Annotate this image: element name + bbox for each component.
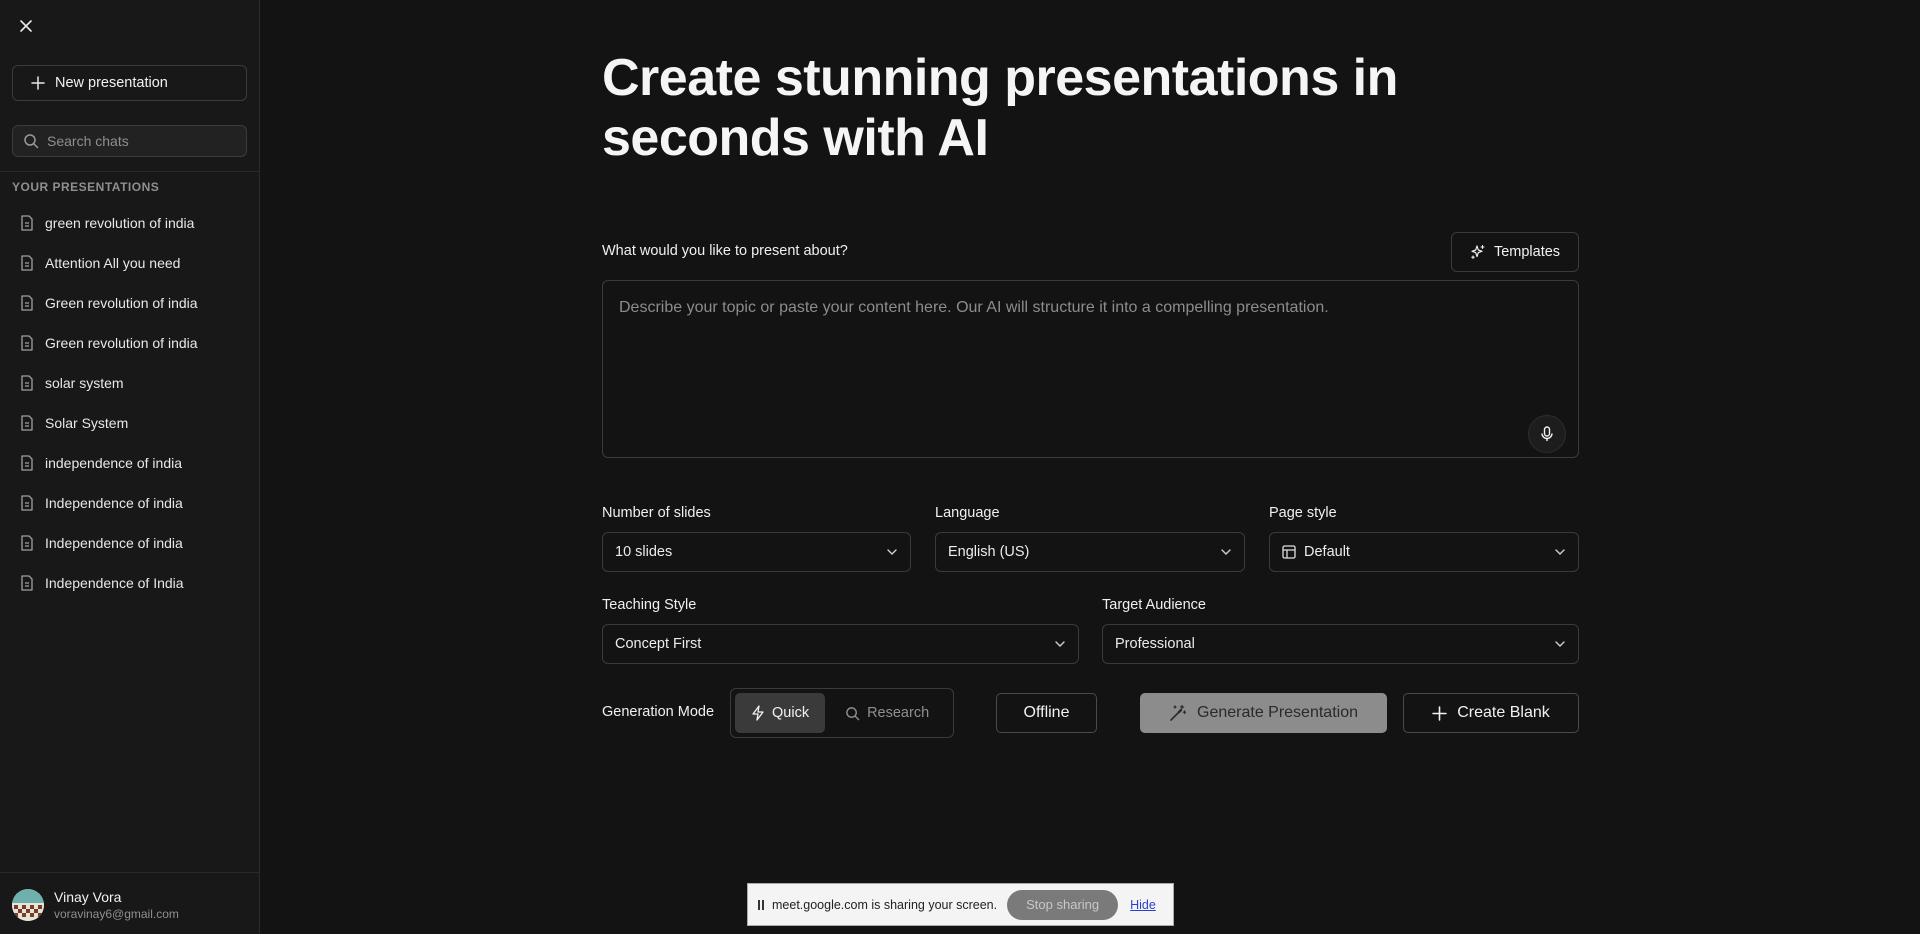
list-item[interactable]: Green revolution of india — [10, 283, 250, 323]
list-item-label: solar system — [45, 375, 124, 391]
create-blank-label: Create Blank — [1457, 704, 1550, 721]
list-item-label: Solar System — [45, 415, 129, 431]
list-item-label: green revolution of india — [45, 215, 195, 231]
slides-value: 10 slides — [615, 544, 673, 560]
research-mode-label: Research — [867, 705, 930, 721]
list-item[interactable]: green revolution of india — [10, 203, 250, 243]
plus-icon — [1432, 705, 1447, 721]
language-select[interactable]: English (US) — [935, 532, 1245, 572]
teaching-style-label: Teaching Style — [602, 597, 697, 613]
generate-presentation-label: Generate Presentation — [1197, 704, 1358, 721]
presentation-list: green revolution of india Attention All … — [10, 203, 250, 603]
list-item-label: Independence of india — [45, 535, 183, 551]
document-icon — [21, 575, 33, 591]
research-mode-button[interactable]: Research — [829, 693, 945, 733]
list-item-label: Independence of India — [45, 575, 184, 591]
document-icon — [21, 415, 33, 431]
page-style-select[interactable]: Default — [1269, 532, 1579, 572]
chevron-down-icon — [1221, 549, 1231, 555]
document-icon — [21, 375, 33, 391]
document-icon — [21, 535, 33, 551]
language-label: Language — [935, 505, 1000, 521]
microphone-button[interactable] — [1528, 415, 1566, 453]
list-item[interactable]: Independence of india — [10, 483, 250, 523]
plus-icon — [31, 76, 45, 90]
section-title: YOUR PRESENTATIONS — [12, 180, 160, 194]
target-audience-label: Target Audience — [1102, 597, 1206, 613]
search-icon — [24, 134, 39, 149]
prompt-label: What would you like to present about? — [602, 243, 848, 259]
teaching-style-select[interactable]: Concept First — [602, 624, 1079, 664]
list-item-label: Independence of india — [45, 495, 183, 511]
layout-icon — [1282, 545, 1296, 559]
list-item[interactable]: independence of india — [10, 443, 250, 483]
list-item-label: Attention All you need — [45, 255, 181, 271]
document-icon — [21, 295, 33, 311]
offline-button[interactable]: Offline — [996, 693, 1097, 733]
document-icon — [21, 455, 33, 471]
chevron-down-icon — [1555, 549, 1565, 555]
prompt-area — [602, 280, 1579, 458]
main-panel: Create stunning presentations in seconds… — [261, 0, 1920, 934]
stop-sharing-button[interactable]: Stop sharing — [1007, 889, 1119, 920]
quick-mode-button[interactable]: Quick — [735, 693, 826, 733]
generate-presentation-button[interactable]: Generate Presentation — [1140, 693, 1387, 733]
offline-label: Offline — [1023, 704, 1070, 721]
topic-textarea[interactable] — [603, 281, 1578, 457]
close-sidebar-button[interactable] — [16, 16, 36, 36]
list-item[interactable]: Independence of india — [10, 523, 250, 563]
templates-label: Templates — [1493, 244, 1561, 260]
list-item[interactable]: Attention All you need — [10, 243, 250, 283]
search-chats-input[interactable] — [47, 133, 237, 149]
list-item-label: Green revolution of india — [45, 335, 198, 351]
page-title: Create stunning presentations in seconds… — [602, 49, 1398, 167]
chevron-down-icon — [1055, 641, 1065, 647]
list-item-label: Green revolution of india — [45, 295, 198, 311]
language-value: English (US) — [948, 544, 1030, 560]
close-icon — [20, 20, 32, 32]
avatar — [12, 889, 44, 921]
screen-share-bar: meet.google.com is sharing your screen. … — [747, 883, 1174, 926]
new-presentation-button[interactable]: New presentation — [12, 65, 247, 101]
list-item[interactable]: Green revolution of india — [10, 323, 250, 363]
generation-mode-toggle: Quick Research — [730, 688, 954, 738]
chevron-down-icon — [887, 549, 897, 555]
document-icon — [21, 495, 33, 511]
sparkles-icon — [1471, 244, 1485, 260]
slides-select[interactable]: 10 slides — [602, 532, 911, 572]
search-chats-box[interactable] — [12, 125, 247, 157]
pause-icon — [758, 899, 764, 910]
document-icon — [21, 215, 33, 231]
target-audience-value: Professional — [1115, 636, 1195, 652]
quick-mode-label: Quick — [772, 705, 810, 721]
document-icon — [21, 255, 33, 271]
generation-mode-label: Generation Mode — [602, 704, 715, 720]
page-style-value: Default — [1304, 544, 1350, 560]
share-message: meet.google.com is sharing your screen. — [772, 897, 998, 912]
document-icon — [21, 335, 33, 351]
slides-label: Number of slides — [602, 505, 711, 521]
target-audience-select[interactable]: Professional — [1102, 624, 1579, 664]
search-icon — [846, 706, 860, 720]
list-item[interactable]: Solar System — [10, 403, 250, 443]
teaching-style-value: Concept First — [615, 636, 702, 652]
new-presentation-label: New presentation — [55, 75, 168, 91]
chevron-down-icon — [1555, 641, 1565, 647]
list-item[interactable]: Independence of India — [10, 563, 250, 603]
microphone-icon — [1541, 426, 1553, 441]
user-profile[interactable]: Vinay Vora voravinay6@gmail.com — [0, 872, 259, 934]
templates-button[interactable]: Templates — [1451, 232, 1579, 272]
create-blank-button[interactable]: Create Blank — [1403, 693, 1579, 733]
lightning-icon — [752, 705, 764, 721]
page-style-label: Page style — [1269, 505, 1337, 521]
sidebar-divider — [0, 171, 259, 172]
user-name: Vinay Vora — [54, 889, 122, 905]
magic-wand-icon — [1170, 704, 1187, 721]
user-email: voravinay6@gmail.com — [54, 907, 179, 921]
hide-link[interactable]: Hide — [1130, 898, 1156, 912]
sidebar: New presentation YOUR PRESENTATIONS gree… — [0, 0, 260, 934]
list-item-label: independence of india — [45, 455, 183, 471]
list-item[interactable]: solar system — [10, 363, 250, 403]
